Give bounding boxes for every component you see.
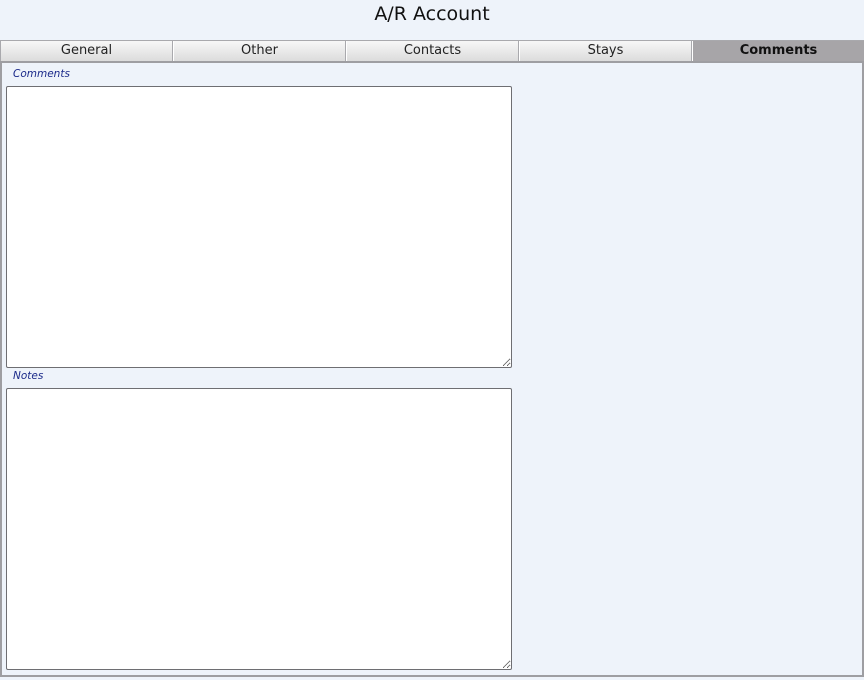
comments-label: Comments: [13, 68, 70, 80]
comments-textarea[interactable]: [6, 86, 512, 368]
tab-general[interactable]: General: [0, 41, 173, 61]
notes-label: Notes: [13, 370, 44, 382]
tab-other[interactable]: Other: [173, 41, 346, 61]
page-title: A/R Account: [374, 3, 490, 25]
tab-comments[interactable]: Comments: [692, 41, 864, 61]
tab-stays[interactable]: Stays: [519, 41, 692, 61]
tab-contacts[interactable]: Contacts: [346, 41, 519, 61]
tab-bar: General Other Contacts Stays Comments: [0, 40, 864, 63]
notes-textarea[interactable]: [6, 388, 512, 670]
